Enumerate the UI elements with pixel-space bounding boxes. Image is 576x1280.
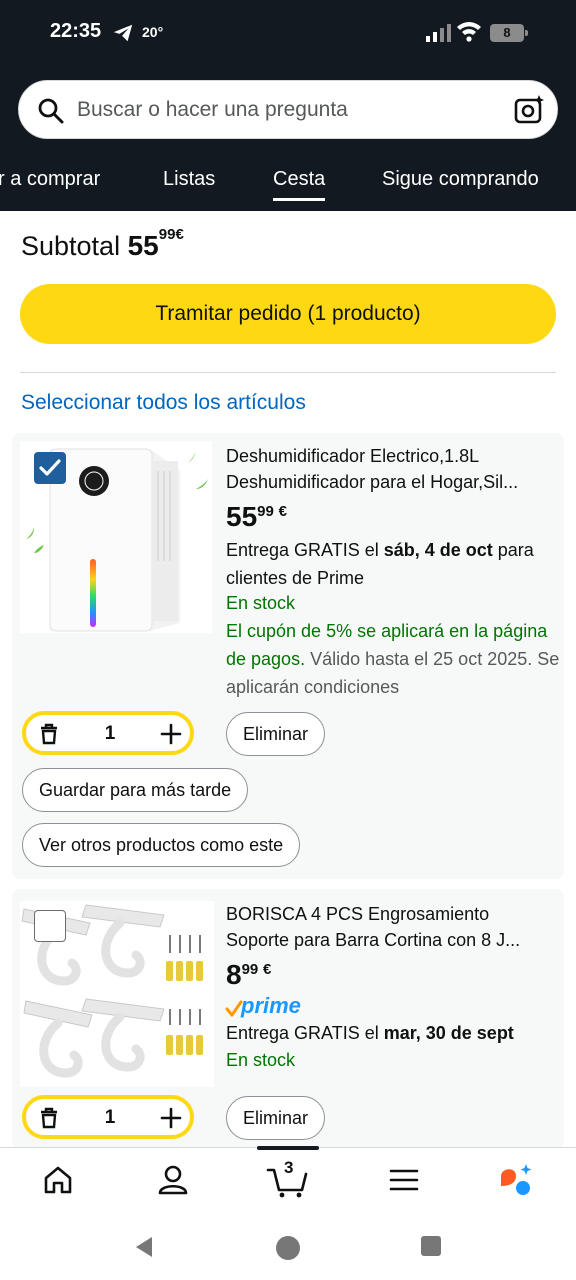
status-time: 22:35 (50, 20, 102, 42)
search-icon (38, 98, 64, 124)
delivery-info: Entrega GRATIS el mar, 30 de sept (226, 1023, 514, 1043)
delivery-info: Entrega GRATIS el sáb, 4 de oct para cli… (226, 540, 534, 588)
divider (20, 372, 556, 373)
delete-button[interactable]: Eliminar (226, 712, 326, 756)
bottom-nav (0, 1146, 576, 1213)
tab-buy-again[interactable]: r a comprar (0, 168, 100, 191)
save-for-later-button[interactable]: Guardar para más tarde (22, 768, 249, 812)
product-title[interactable]: BORISCA 4 PCS Engrosamiento Soporte para… (226, 901, 556, 953)
status-temperature: 20° (142, 24, 164, 40)
account-icon[interactable] (155, 1162, 191, 1198)
search-bar[interactable] (18, 80, 558, 139)
check-icon (39, 459, 61, 476)
stock-status: En stock (226, 1050, 296, 1070)
active-tab-indicator (257, 1146, 319, 1150)
wifi-icon (457, 22, 481, 42)
plus-icon[interactable] (160, 723, 182, 745)
product-title[interactable]: Deshumidificador Electrico,1.8L Deshumid… (226, 443, 556, 495)
item-checkbox[interactable] (34, 452, 66, 484)
product-price: 899 € (226, 959, 272, 990)
stock-status: En stock (226, 593, 296, 613)
quantity-stepper[interactable]: 1 (22, 1095, 194, 1139)
trash-icon[interactable] (38, 1107, 60, 1129)
top-nav: r a comprar Listas Cesta Sigue comprando (0, 160, 576, 201)
search-input[interactable] (77, 93, 497, 127)
back-icon[interactable] (132, 1235, 156, 1259)
quantity-stepper[interactable]: 1 (22, 711, 194, 755)
signal-icon (426, 24, 451, 42)
coupon-info: El cupón de 5% se aplicará en la página … (226, 621, 560, 697)
app-header: 22:35 20° 8 r a comprar Listas (0, 0, 576, 211)
tab-cart[interactable]: Cesta (273, 168, 326, 201)
tab-lists[interactable]: Listas (163, 168, 215, 191)
home-icon[interactable] (40, 1162, 76, 1198)
battery-level: 8 (490, 24, 524, 42)
home-circle-icon[interactable] (275, 1235, 301, 1261)
cart-count-badge: 3 (284, 1158, 294, 1177)
subtotal-amount: 5599€ (127, 226, 184, 261)
item-checkbox[interactable] (34, 910, 66, 942)
cart-item: Deshumidificador Electrico,1.8L Deshumid… (12, 433, 564, 879)
quantity-value: 1 (104, 1107, 116, 1128)
delete-button[interactable]: Eliminar (226, 1096, 326, 1140)
rufus-icon[interactable] (498, 1162, 534, 1198)
telegram-icon (113, 24, 133, 42)
subtotal: Subtotal 5599€ (21, 226, 184, 262)
camera-search-icon[interactable] (513, 94, 545, 126)
subtotal-label: Subtotal (21, 231, 121, 261)
trash-icon[interactable] (38, 723, 60, 745)
status-bar: 22:35 20° 8 (0, 0, 576, 66)
plus-icon[interactable] (160, 1107, 182, 1129)
see-similar-button[interactable]: Ver otros productos como este (22, 823, 301, 867)
tab-keep-shopping[interactable]: Sigue comprando (382, 168, 539, 191)
quantity-value: 1 (104, 723, 116, 744)
system-nav-bar (0, 1213, 576, 1280)
select-all-link[interactable]: Seleccionar todos los artículos (21, 391, 306, 415)
product-price: 5599 € (226, 501, 287, 532)
checkout-button[interactable]: Tramitar pedido (1 producto) (20, 284, 556, 344)
recents-icon[interactable] (420, 1235, 442, 1257)
cart-item: BORISCA 4 PCS Engrosamiento Soporte para… (12, 889, 564, 1149)
battery-icon: 8 (490, 24, 528, 42)
menu-icon[interactable] (386, 1162, 422, 1198)
